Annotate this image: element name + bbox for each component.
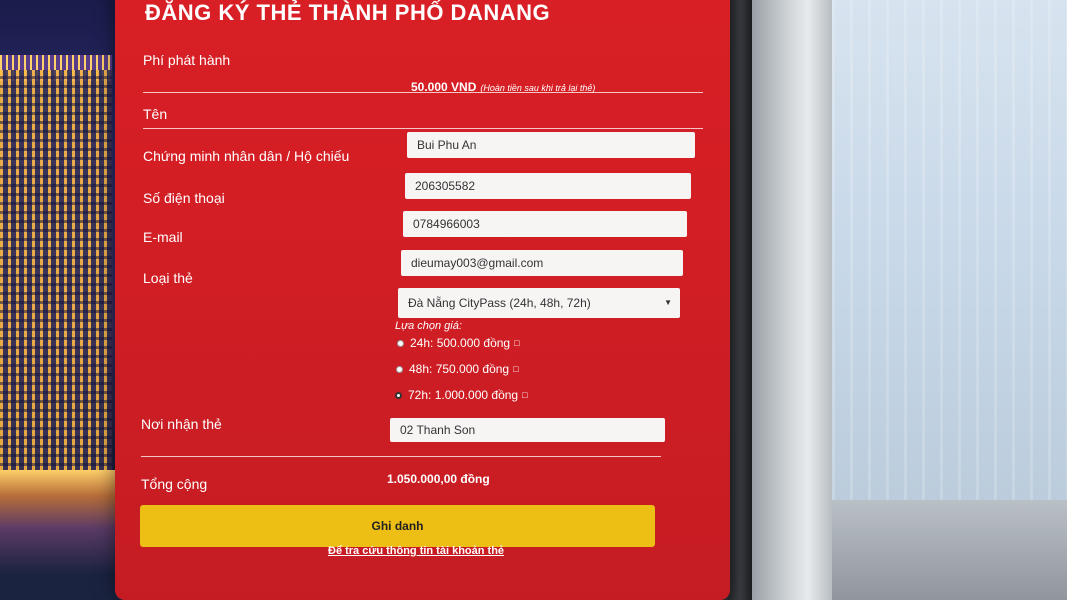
id-input[interactable]: 206305582: [405, 173, 691, 199]
pickup-label: Nơi nhận thẻ: [141, 416, 222, 432]
radio-button[interactable]: [396, 365, 403, 373]
radio-button-checked[interactable]: [395, 391, 402, 399]
total-value: 1.050.000,00 đồng: [387, 472, 490, 486]
price-option-48h[interactable]: 48h: 750.000 đồng □: [396, 362, 519, 376]
box-icon: □: [513, 364, 519, 374]
box-icon: □: [514, 338, 520, 348]
price-option-72h[interactable]: 72h: 1.000.000 đồng □: [395, 388, 528, 402]
price-option-label: 48h: 750.000 đồng: [409, 362, 510, 376]
phone-label: Số điện thoại: [143, 190, 225, 206]
box-icon: □: [522, 390, 528, 400]
price-choice-label: Lựa chọn giá:: [395, 320, 462, 332]
divider: [143, 128, 703, 129]
id-label: Chứng minh nhân dân / Hộ chiếu: [143, 148, 350, 164]
account-lookup-link[interactable]: Để tra cứu thông tin tài khoản thẻ: [328, 545, 504, 557]
price-option-24h[interactable]: 24h: 500.000 đồng □: [397, 336, 520, 350]
lit-building: [0, 70, 112, 470]
card-type-selected: Đà Nẵng CityPass (24h, 48h, 72h): [408, 296, 591, 310]
registration-form: ĐĂNG KÝ THẺ THÀNH PHỐ DANANG Phí phát hà…: [115, 0, 730, 600]
card-type-label: Loại thẻ: [143, 270, 193, 286]
monitor-stand: [752, 0, 832, 600]
name-label: Tên: [143, 106, 168, 122]
price-option-label: 24h: 500.000 đồng: [410, 336, 511, 350]
divider: [141, 456, 661, 457]
fee-label: Phí phát hành: [143, 52, 231, 68]
name-input[interactable]: Bui Phu An: [407, 132, 695, 158]
form-title: ĐĂNG KÝ THẺ THÀNH PHỐ DANANG: [145, 0, 551, 25]
card-type-select[interactable]: Đà Nẵng CityPass (24h, 48h, 72h) ▼: [398, 288, 680, 318]
phone-input[interactable]: 0784966003: [403, 211, 687, 237]
price-option-label: 72h: 1.000.000 đồng: [408, 388, 519, 402]
radio-button[interactable]: [397, 339, 404, 347]
total-label: Tổng cộng: [141, 476, 208, 492]
floor-background: [832, 500, 1067, 600]
submit-button[interactable]: Ghi danh: [140, 505, 655, 547]
email-label: E-mail: [143, 229, 183, 245]
email-input[interactable]: dieumay003@gmail.com: [401, 250, 683, 276]
chevron-down-icon: ▼: [664, 298, 672, 307]
pickup-input[interactable]: 02 Thanh Son: [390, 418, 665, 442]
divider: [143, 92, 703, 93]
monitor-bezel: [728, 0, 752, 600]
